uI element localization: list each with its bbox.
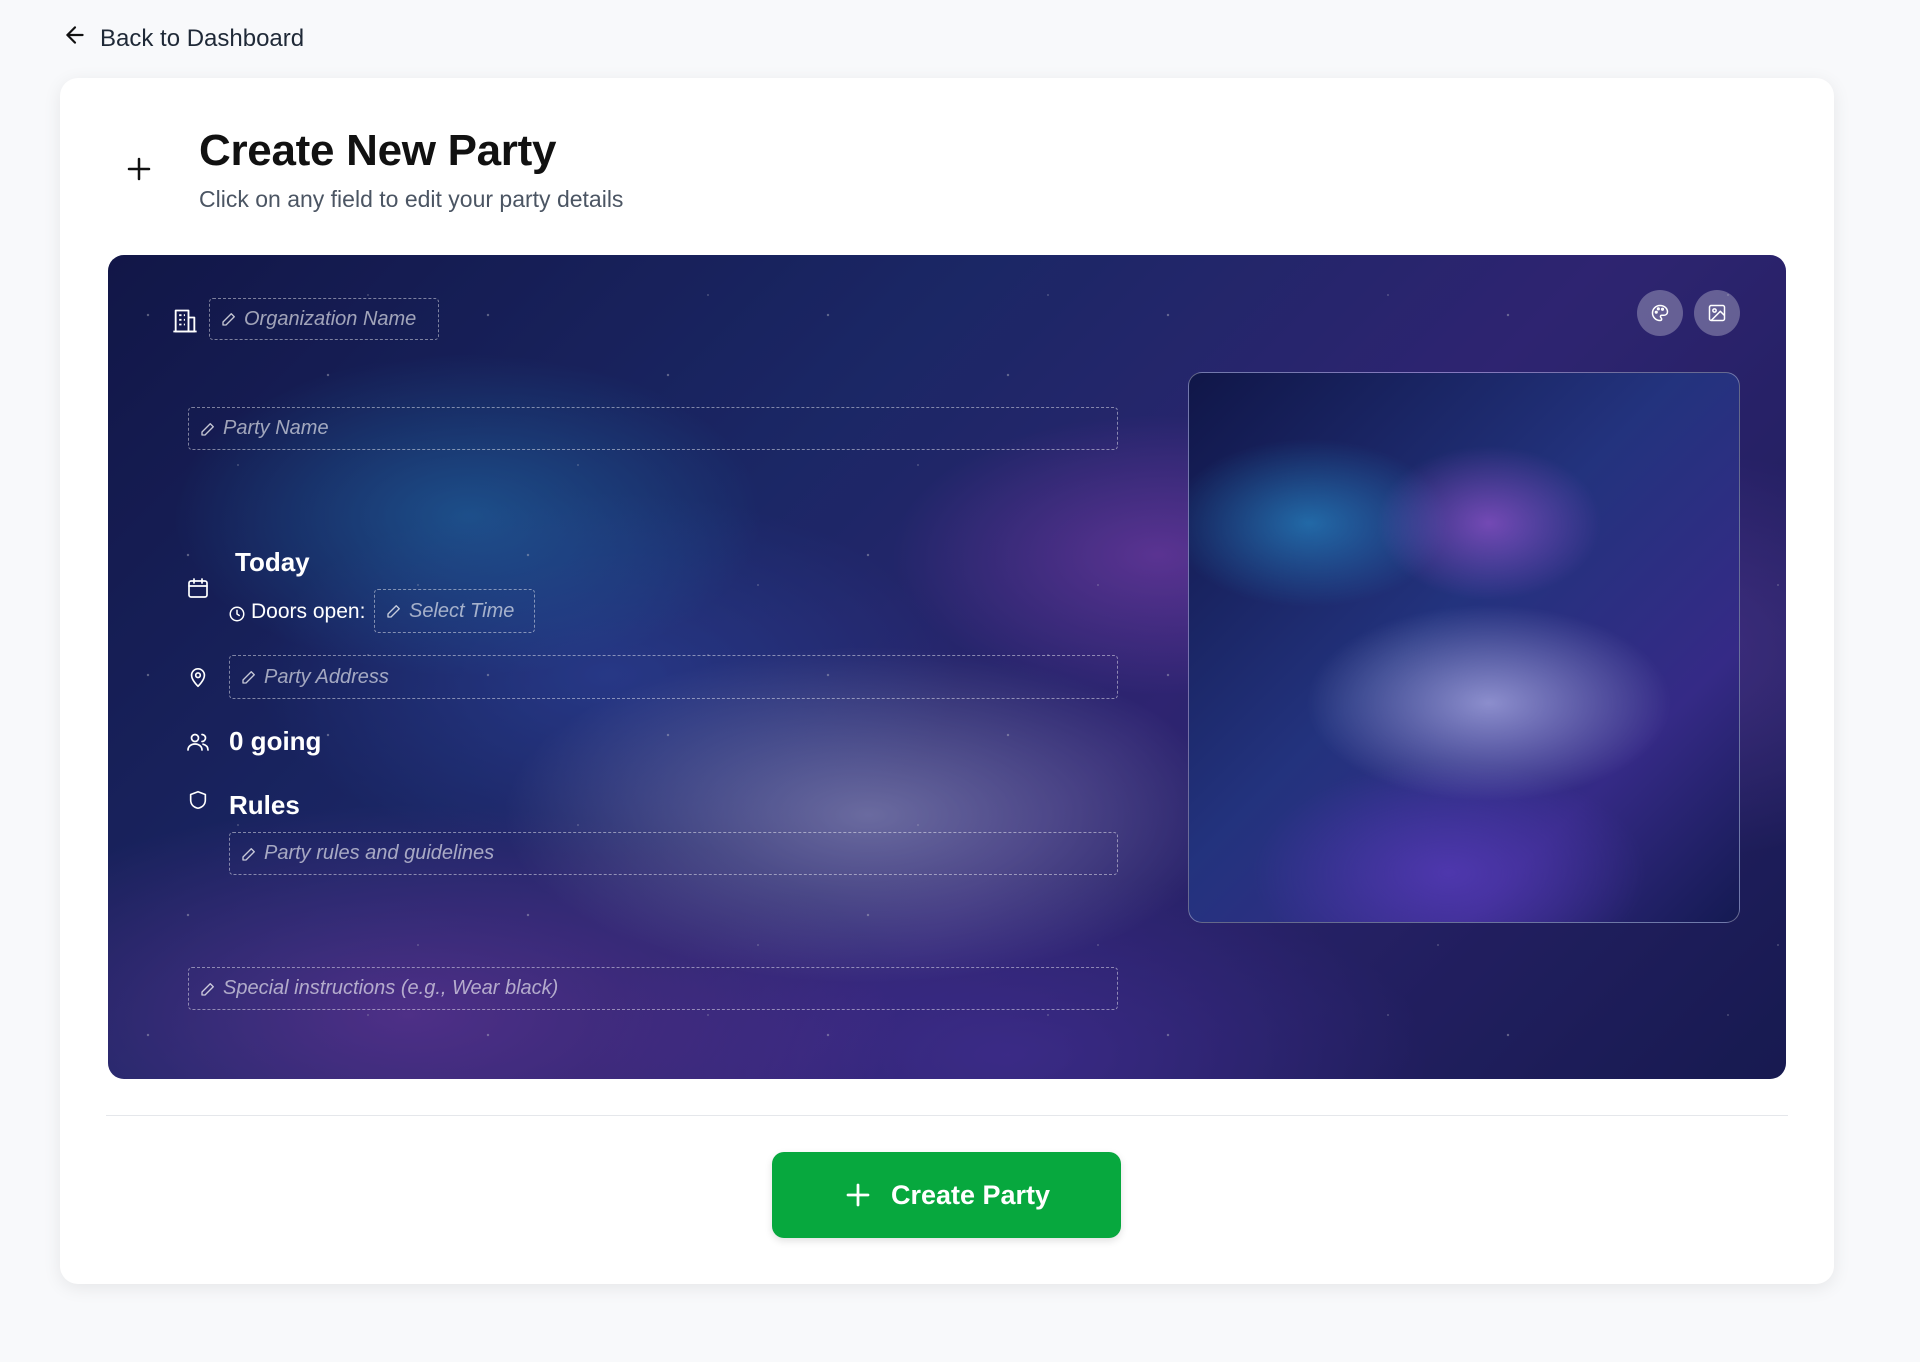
special-instructions-placeholder: Special instructions (e.g., Wear black) [223, 977, 559, 999]
party-cover-image[interactable] [1188, 372, 1740, 923]
party-name-placeholder: Party Name [223, 417, 329, 439]
party-rules-field[interactable]: Party rules and guidelines [229, 832, 1118, 875]
party-address-field[interactable]: Party Address [229, 655, 1118, 699]
party-name-field[interactable]: Party Name [188, 407, 1118, 450]
clock-icon [228, 605, 246, 623]
attendee-count: 0 going [229, 726, 322, 756]
pencil-icon [222, 313, 235, 326]
pencil-icon [242, 847, 255, 861]
image-icon [1708, 304, 1726, 322]
select-time-field[interactable]: Select Time [374, 589, 535, 633]
doors-open-label: Doors open: [251, 600, 366, 623]
back-to-dashboard-link[interactable]: Back to Dashboard [62, 22, 304, 55]
create-party-card: Create New Party Click on any field to e… [60, 78, 1834, 1284]
select-time-placeholder: Select Time [409, 599, 515, 622]
arrow-left-icon [62, 22, 88, 55]
special-instructions-field[interactable]: Special instructions (e.g., Wear black) [188, 967, 1118, 1010]
page-subtitle: Click on any field to edit your party de… [199, 186, 624, 212]
party-preview-banner: Organization Name Party Name Today Doors… [108, 255, 1786, 1079]
calendar-icon [186, 576, 210, 600]
pencil-icon [387, 605, 400, 618]
create-party-label: Create Party [890, 1179, 1051, 1210]
organization-name-field[interactable]: Organization Name [209, 298, 439, 340]
pencil-icon [242, 671, 255, 684]
palette-icon [1651, 304, 1669, 322]
rules-heading: Rules [229, 790, 300, 820]
change-image-button[interactable] [1694, 290, 1740, 336]
pencil-icon [201, 422, 214, 436]
users-icon [186, 730, 210, 754]
change-theme-button[interactable] [1637, 290, 1683, 336]
shield-icon [187, 788, 209, 812]
pencil-icon [201, 982, 214, 996]
plus-icon [846, 1183, 870, 1207]
back-link-label: Back to Dashboard [100, 24, 305, 52]
party-address-placeholder: Party Address [264, 665, 389, 688]
plus-icon [124, 154, 154, 184]
party-rules-placeholder: Party rules and guidelines [264, 842, 495, 864]
create-party-button[interactable]: Create Party [772, 1152, 1121, 1238]
map-pin-icon [187, 667, 209, 689]
party-date[interactable]: Today [235, 547, 310, 578]
organization-name-placeholder: Organization Name [244, 307, 417, 330]
page-title: Create New Party [199, 126, 557, 175]
section-divider [106, 1115, 1788, 1116]
building-icon [171, 307, 199, 335]
